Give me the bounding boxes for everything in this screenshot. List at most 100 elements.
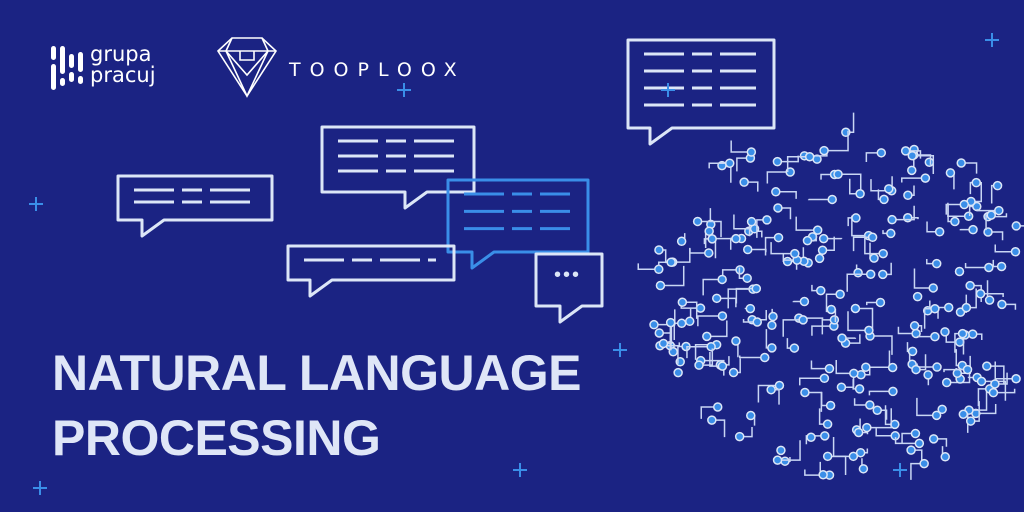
chat-bubbles-illustration	[116, 38, 776, 324]
circuit-node	[912, 291, 923, 302]
circuit-node	[702, 331, 712, 342]
circuit-node	[963, 211, 974, 221]
circuit-node	[930, 304, 940, 314]
circuit-node	[967, 329, 978, 339]
circuit-node	[869, 253, 879, 263]
circuit-node	[706, 341, 716, 352]
circuit-node	[1011, 373, 1021, 384]
circuit-node	[731, 233, 741, 244]
circuit-node	[773, 232, 784, 243]
circuit-node	[776, 445, 786, 456]
circuit-node	[676, 236, 687, 247]
circuit-node	[968, 224, 978, 235]
circuit-node	[822, 419, 833, 429]
circuit-node	[790, 248, 800, 259]
circuit-node	[879, 194, 889, 205]
circuit-node	[956, 158, 966, 168]
tooploox-logo-text: TOOPLOOX	[289, 59, 466, 81]
sparkle-icon	[893, 463, 907, 477]
circuit-node	[802, 235, 813, 246]
circuit-node	[717, 361, 728, 371]
circuit-node	[965, 416, 976, 426]
circuit-node	[959, 199, 970, 210]
circuit-node	[878, 269, 888, 280]
circuit-node	[827, 194, 837, 205]
circuit-node	[806, 432, 816, 443]
circuit-node	[886, 228, 896, 239]
circuit-node	[878, 248, 888, 259]
circuit-node	[954, 337, 965, 347]
circuit-node	[957, 328, 968, 339]
circuit-node	[707, 234, 717, 244]
circuit-node	[909, 321, 920, 331]
circuit-node	[707, 415, 717, 425]
headline-line-1: NATURAL LANGUAGE	[52, 345, 582, 401]
circuit-node	[767, 343, 777, 353]
circuit-node	[984, 262, 994, 273]
circuit-node	[739, 177, 749, 187]
circuit-node	[814, 253, 825, 264]
circuit-node	[655, 280, 666, 291]
circuit-node	[742, 244, 753, 255]
circuit-node	[724, 158, 735, 168]
circuit-node	[772, 156, 783, 167]
circuit-node	[931, 410, 942, 421]
circuit-node	[836, 382, 847, 392]
circuit-node	[887, 362, 898, 373]
circuit-node	[760, 352, 770, 363]
circuit-node	[712, 402, 723, 412]
circuit-node	[890, 419, 900, 430]
circuit-node	[875, 297, 886, 308]
circuit-node	[728, 367, 739, 378]
circuit-node	[940, 452, 950, 462]
circuit-node	[746, 410, 756, 421]
circuit-node	[819, 145, 829, 156]
circuit-node	[941, 377, 952, 388]
circuit-node	[820, 431, 830, 441]
circuit-node	[950, 216, 960, 227]
grupa-pracuj-logo-text: grupa pracuj	[90, 44, 156, 86]
circuit-node	[818, 233, 829, 244]
circuit-node	[907, 346, 918, 357]
circuit-node	[853, 268, 863, 278]
circuit-node	[684, 316, 695, 327]
circuit-node	[864, 325, 874, 336]
circuit-node	[854, 384, 865, 394]
circuit-node	[711, 293, 722, 304]
circuit-node	[962, 364, 973, 375]
circuit-node	[996, 261, 1007, 272]
circuit-node	[837, 333, 847, 343]
circuit-node	[746, 216, 757, 227]
circuit-node	[928, 283, 938, 293]
circuit-node	[772, 455, 783, 465]
circuit-node	[907, 150, 918, 161]
circuit-node	[804, 152, 815, 162]
circuit-node	[835, 289, 845, 300]
circuit-node	[751, 283, 762, 294]
circuit-node	[767, 320, 777, 331]
headline-line-2: PROCESSING	[52, 410, 381, 466]
circuit-node	[928, 434, 939, 444]
circuit-node	[853, 427, 864, 438]
circuit-node	[812, 225, 823, 235]
circuit-node	[649, 319, 659, 330]
circuit-node	[865, 269, 876, 280]
circuit-node	[958, 409, 969, 420]
circuit-node	[931, 258, 942, 269]
circuit-node	[994, 205, 1004, 216]
tooploox-diamond-logo-icon	[216, 37, 278, 98]
chat-bubble	[286, 244, 456, 298]
chat-bubble	[626, 38, 776, 146]
circuit-node	[934, 227, 945, 237]
circuit-node	[734, 431, 745, 442]
circuit-node	[923, 370, 933, 380]
circuit-node	[903, 212, 913, 223]
circuit-node	[983, 227, 993, 237]
circuit-node	[990, 379, 1000, 389]
circuit-node	[965, 280, 975, 291]
chat-bubble	[320, 125, 476, 210]
circuit-node	[829, 315, 840, 325]
circuit-node	[952, 368, 963, 378]
circuit-node	[773, 203, 783, 213]
circuit-node	[665, 317, 676, 328]
